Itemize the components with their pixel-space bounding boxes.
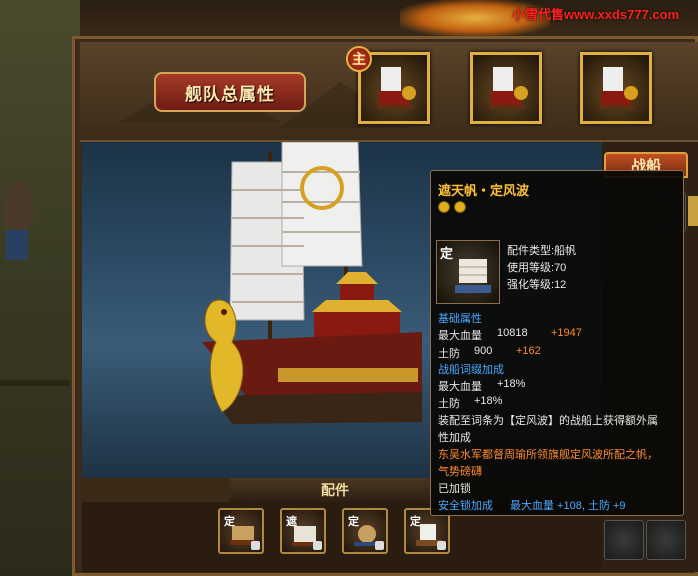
locked-status: 已加锁 (438, 483, 471, 495)
lore-line2: 气势磅礴 (438, 466, 482, 478)
use-level-label: 使用等级: (507, 262, 555, 274)
warship-icon (489, 67, 528, 109)
neutral-face-icon (454, 201, 466, 213)
tooltip-title: 遮天帆・定风波 (438, 183, 530, 198)
set-description-line1: 装配至词条为【定风波】的战船上获得额外属 (438, 415, 658, 427)
safety-lock-label: 安全锁加成 (438, 500, 493, 512)
fleet-attributes-button[interactable]: 舰队总属性 (154, 72, 306, 112)
affix-hp-value: +18% (497, 378, 526, 390)
enhance-level-label: 强化等级: (507, 279, 555, 291)
use-level-value: 70 (554, 262, 567, 274)
affix-def-label: 土防 (438, 398, 460, 410)
inventory-slot[interactable] (646, 520, 686, 560)
warship-icon (377, 67, 416, 109)
accessories-title: 配件 (321, 482, 349, 498)
type-value: 船帆 (554, 245, 577, 257)
flagship-badge: 主 (346, 46, 372, 72)
watermark-text: 小雪代售www.xxds777.com (512, 7, 680, 22)
earth-def-bonus: +162 (516, 345, 541, 357)
sail-item-icon: 定 (436, 240, 500, 304)
enhance-level-value: 12 (554, 279, 567, 291)
left-background-scenery (0, 0, 80, 576)
warship-icon (599, 67, 638, 109)
lock-icon (437, 541, 446, 550)
earth-def-value: 900 (474, 345, 493, 357)
earth-def-label: 土防 (438, 348, 460, 360)
max-hp-bonus: +1947 (551, 327, 582, 339)
sail-icon (455, 259, 491, 293)
max-hp-value: 10818 (497, 327, 528, 339)
lock-icon (313, 541, 322, 550)
safety-lock-value: 最大血量 +108, 土防 +9 (510, 500, 626, 512)
accessory-slot-1[interactable]: 定 (218, 508, 264, 554)
inventory-slot[interactable] (604, 520, 644, 560)
lock-icon (251, 541, 260, 550)
neutral-face-icon (438, 201, 450, 213)
max-hp-label: 最大血量 (438, 330, 482, 342)
lore-line1: 东吴水军都督周瑜所领旗舰定风波所配之帆， (438, 449, 658, 461)
ship-slot-3[interactable] (580, 52, 652, 124)
type-label: 配件类型: (507, 245, 555, 257)
accessory-slot-2[interactable]: 遮 (280, 508, 326, 554)
ship-slot-2[interactable] (470, 52, 542, 124)
base-attributes-header: 基础属性 (438, 313, 482, 325)
lock-icon (375, 541, 384, 550)
inventory-scroll-edge (688, 196, 698, 226)
affix-bonus-header: 战船词缀加成 (438, 364, 504, 376)
set-description-line2: 性加成 (438, 432, 471, 444)
affix-def-value: +18% (474, 395, 503, 407)
affix-hp-label: 最大血量 (438, 381, 482, 393)
accessory-slot-3[interactable]: 定 (342, 508, 388, 554)
